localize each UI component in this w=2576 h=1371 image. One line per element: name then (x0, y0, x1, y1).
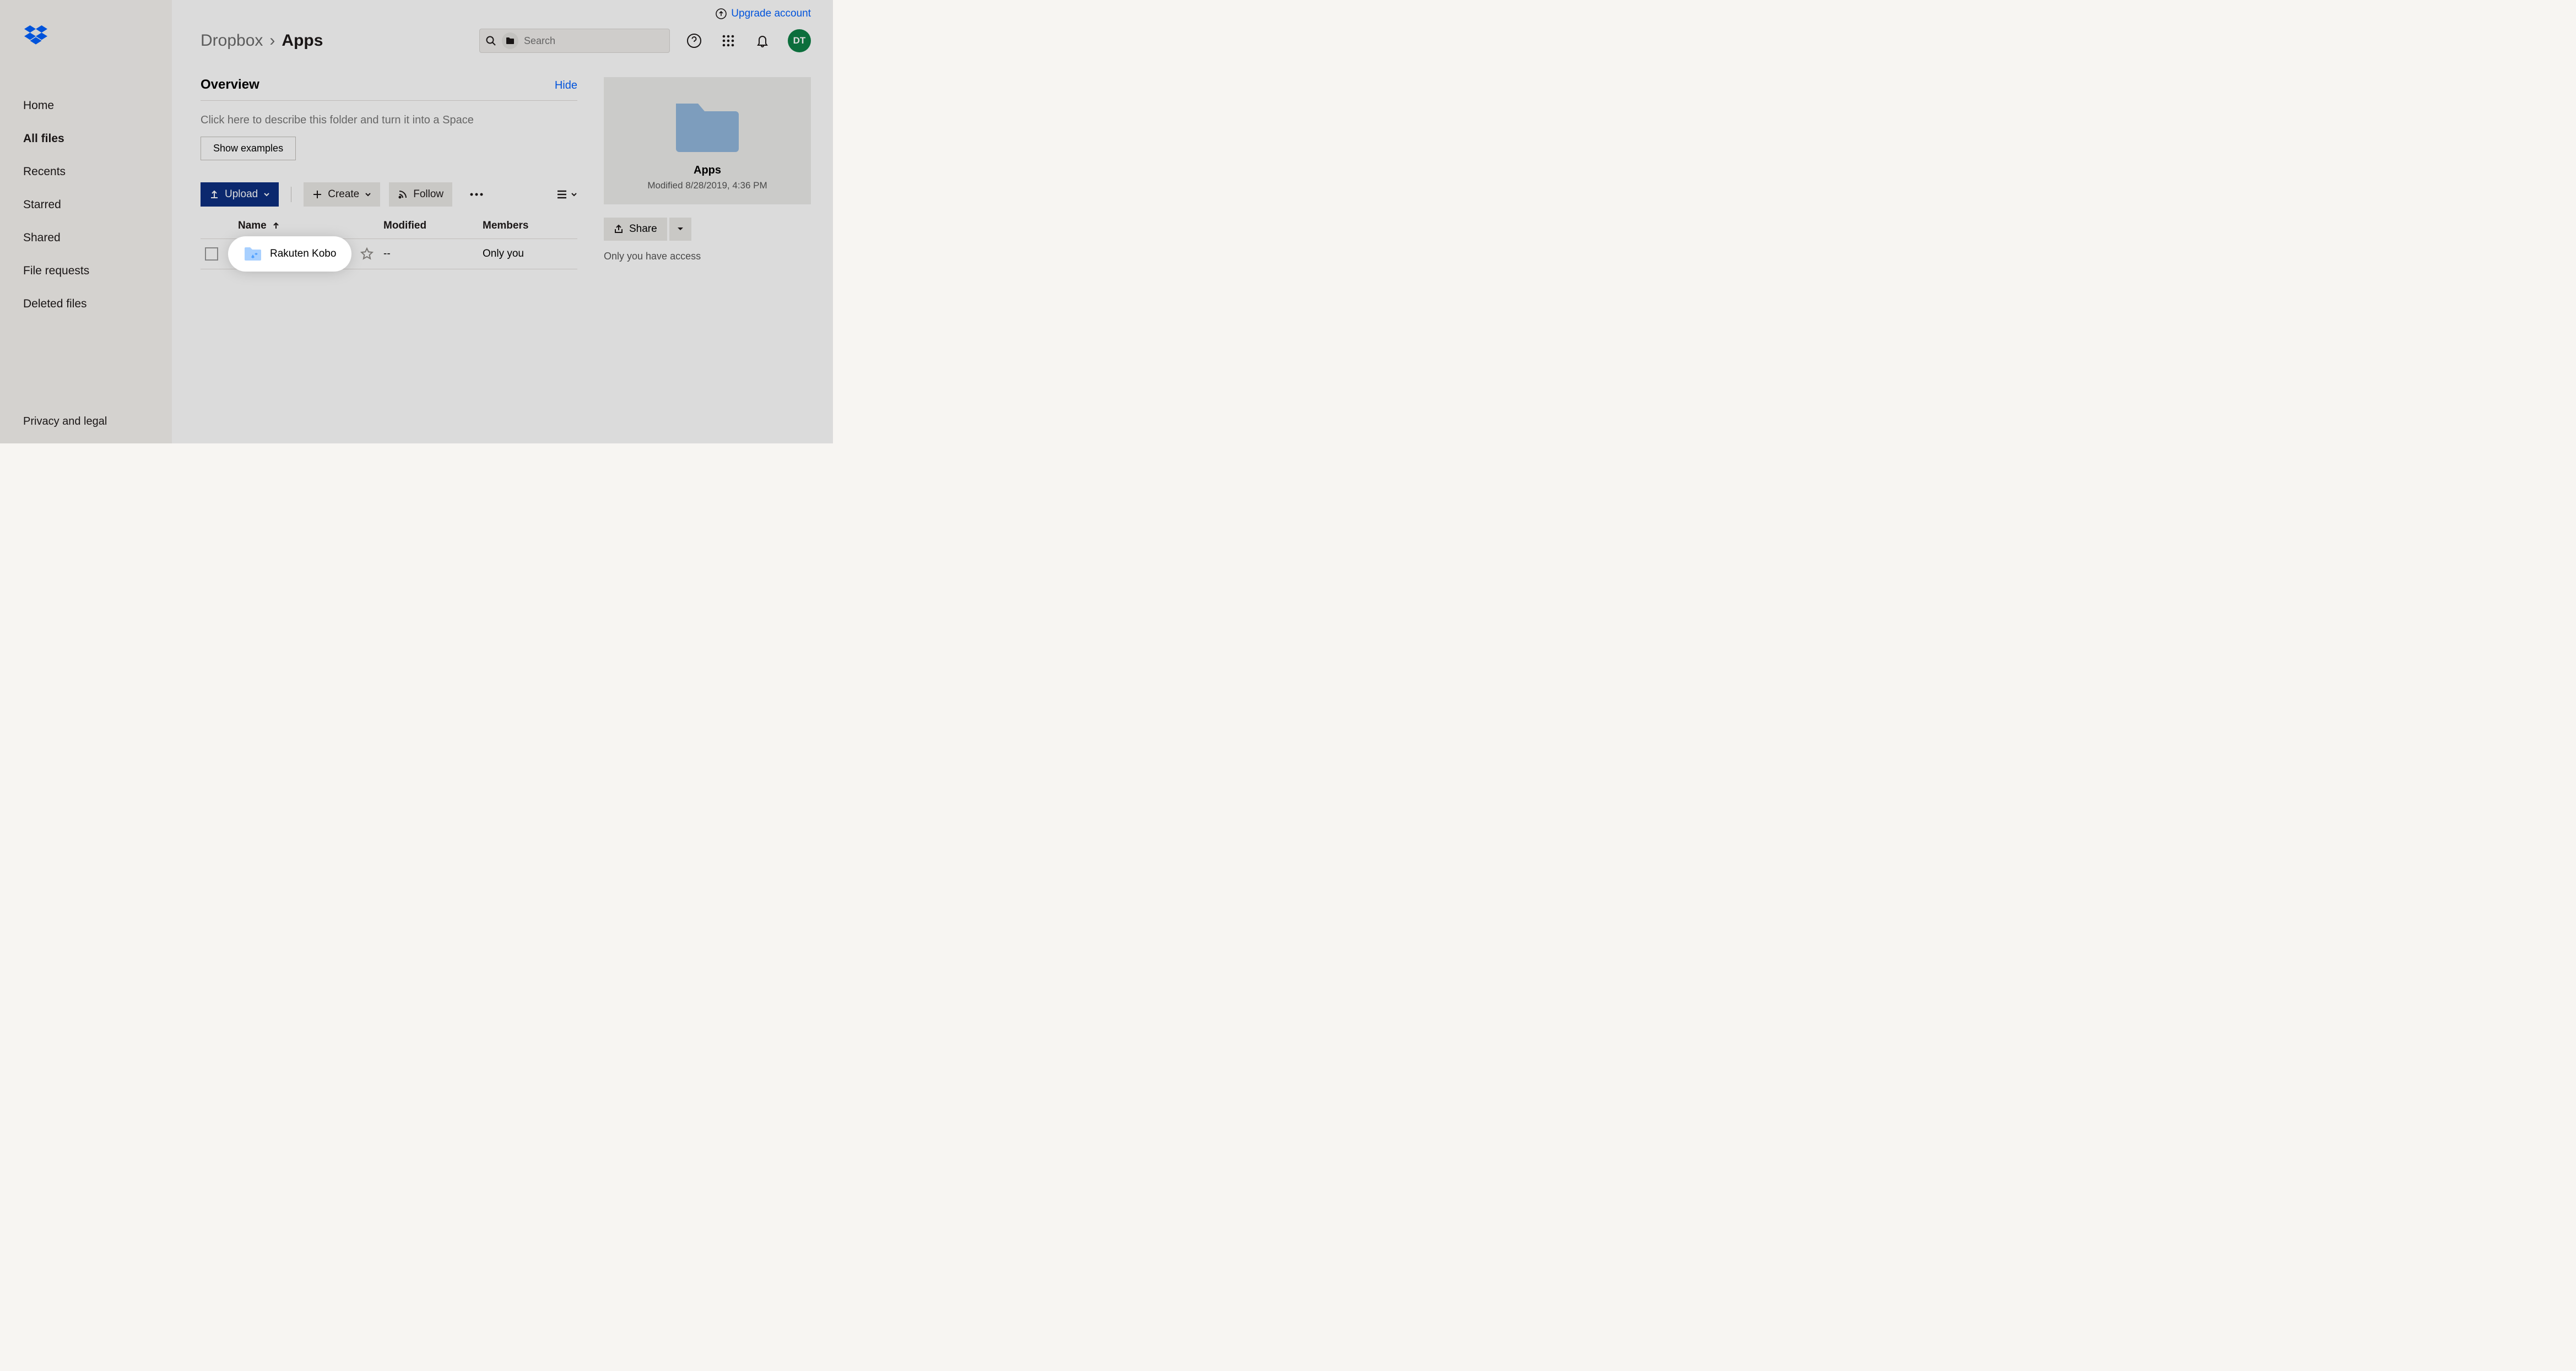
overview-title: Overview (201, 77, 259, 93)
sidebar-item-starred[interactable]: Starred (0, 188, 172, 221)
chevron-down-icon (571, 191, 577, 198)
more-actions-button[interactable] (461, 182, 492, 207)
search-box[interactable] (479, 29, 670, 53)
chevron-down-icon (365, 191, 371, 198)
star-icon[interactable] (360, 247, 374, 261)
share-label: Share (629, 223, 657, 235)
sidebar-item-home[interactable]: Home (0, 89, 172, 122)
folder-icon (506, 37, 515, 45)
share-button[interactable]: Share (604, 218, 667, 241)
rss-icon (398, 189, 408, 199)
chevron-down-icon (263, 191, 270, 198)
sort-arrow-up-icon (272, 222, 280, 230)
main-column: Overview Hide Click here to describe thi… (201, 77, 577, 443)
share-bar: Share (604, 218, 811, 241)
access-text: Only you have access (604, 251, 811, 262)
breadcrumb-current: Apps (282, 31, 323, 50)
row-name-label: Rakuten Kobo (270, 248, 336, 260)
caret-down-icon (677, 227, 684, 231)
overview-header: Overview Hide (201, 77, 577, 101)
header-actions: DT (685, 29, 811, 52)
large-folder-icon (673, 98, 742, 155)
details-folder-name: Apps (694, 164, 721, 177)
row-checkbox[interactable] (205, 247, 218, 261)
header-row: Dropbox › Apps (172, 20, 833, 53)
search-icon (485, 35, 496, 46)
view-toggle[interactable] (556, 190, 577, 199)
column-members[interactable]: Members (483, 220, 577, 232)
toolbar: Upload Create Follow (201, 182, 577, 207)
sidebar-item-file-requests[interactable]: File requests (0, 254, 172, 288)
table-row[interactable]: Rakuten Kobo -- Only you (201, 239, 577, 269)
bell-icon (755, 34, 770, 48)
details-panel: Apps Modified 8/28/2019, 4:36 PM Share O… (604, 77, 811, 443)
avatar[interactable]: DT (788, 29, 811, 52)
sidebar-nav: Home All files Recents Starred Shared Fi… (0, 89, 172, 321)
plus-icon (312, 189, 322, 199)
overview-placeholder[interactable]: Click here to describe this folder and t… (201, 114, 577, 127)
column-name[interactable]: Name (231, 220, 383, 232)
create-button[interactable]: Create (304, 182, 380, 207)
folder-info-card: Apps Modified 8/28/2019, 4:36 PM (604, 77, 811, 204)
sidebar: Home All files Recents Starred Shared Fi… (0, 0, 172, 443)
upgrade-icon (716, 8, 727, 19)
show-examples-button[interactable]: Show examples (201, 137, 296, 160)
sidebar-item-shared[interactable]: Shared (0, 221, 172, 254)
dropbox-logo[interactable] (24, 25, 172, 46)
upload-button[interactable]: Upload (201, 182, 279, 207)
breadcrumb: Dropbox › Apps (201, 31, 323, 50)
upgrade-account-link[interactable]: Upgrade account (716, 8, 811, 20)
follow-label: Follow (413, 188, 443, 200)
table-header: Name Modified Members (201, 207, 577, 239)
breadcrumb-root[interactable]: Dropbox (201, 31, 263, 50)
apps-grid-icon (722, 35, 734, 47)
row-members: Only you (483, 248, 577, 260)
share-icon (614, 224, 624, 234)
more-icon (470, 193, 483, 196)
main-content: Upgrade account Dropbox › Apps (172, 0, 833, 443)
follow-button[interactable]: Follow (389, 182, 452, 207)
help-icon (686, 33, 702, 48)
privacy-legal-link[interactable]: Privacy and legal (0, 415, 172, 443)
hide-overview-link[interactable]: Hide (555, 79, 577, 92)
upload-icon (209, 189, 219, 199)
sidebar-item-recents[interactable]: Recents (0, 155, 172, 188)
search-filter-chip[interactable] (502, 32, 518, 49)
search-input[interactable] (524, 35, 664, 47)
row-modified: -- (383, 248, 483, 260)
sidebar-item-all-files[interactable]: All files (0, 122, 172, 155)
row-name-highlight[interactable]: Rakuten Kobo (231, 240, 348, 268)
sidebar-item-deleted-files[interactable]: Deleted files (0, 288, 172, 321)
app-folder-icon (243, 246, 262, 262)
notifications-button[interactable] (754, 32, 771, 50)
column-name-label: Name (238, 220, 267, 232)
upgrade-label: Upgrade account (731, 8, 811, 20)
create-label: Create (328, 188, 359, 200)
list-view-icon (556, 190, 567, 199)
apps-grid-button[interactable] (719, 32, 737, 50)
table-body: Rakuten Kobo -- Only you (201, 239, 577, 269)
topbar: Upgrade account (172, 0, 833, 20)
column-modified[interactable]: Modified (383, 220, 483, 232)
breadcrumb-separator: › (269, 31, 275, 50)
details-modified: Modified 8/28/2019, 4:36 PM (647, 180, 767, 191)
help-button[interactable] (685, 32, 703, 50)
share-dropdown[interactable] (669, 218, 691, 241)
upload-label: Upload (225, 188, 258, 200)
